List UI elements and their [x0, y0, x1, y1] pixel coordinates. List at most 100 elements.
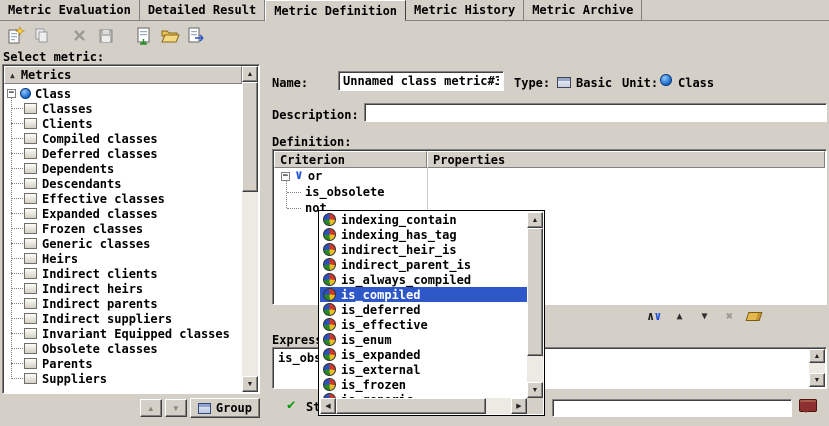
criterion-column-header[interactable]: Criterion	[274, 151, 427, 168]
criterion-icon	[323, 318, 336, 331]
criterion-option-is-effective[interactable]: is_effective	[320, 317, 527, 332]
criterion-option-indirect-parent-is[interactable]: indirect_parent_is	[320, 257, 527, 272]
delete-criterion-icon[interactable]: ✖	[719, 307, 739, 325]
tree-item-generic-classes[interactable]: Generic classes	[4, 236, 242, 251]
tree-item-parents[interactable]: Parents	[4, 356, 242, 371]
scroll-up-icon[interactable]: ▲	[809, 349, 825, 363]
tree-item-heirs[interactable]: Heirs	[4, 251, 242, 266]
tree-connector	[287, 208, 301, 209]
tree-connector	[11, 303, 23, 304]
scrollbar-thumb[interactable]	[527, 228, 543, 356]
tree-item-invariant-equipped-classes[interactable]: Invariant Equipped classes	[4, 326, 242, 341]
tree-item-indirect-heirs[interactable]: Indirect heirs	[4, 281, 242, 296]
tree-item-dependents[interactable]: Dependents	[4, 161, 242, 176]
description-input[interactable]	[364, 103, 827, 122]
tree-vertical-scrollbar[interactable]: ▲ ▼	[242, 66, 258, 392]
criterion-icon	[323, 258, 336, 271]
tree-item-indirect-suppliers[interactable]: Indirect suppliers	[4, 311, 242, 326]
tree-item-frozen-classes[interactable]: Frozen classes	[4, 221, 242, 236]
scrollbar-thumb[interactable]	[242, 82, 258, 192]
dropdown-horizontal-scrollbar[interactable]: ◀ ▶	[320, 398, 527, 414]
move-metric-down-button[interactable]: ▼	[165, 399, 187, 417]
tree-item-compiled-classes[interactable]: Compiled classes	[4, 131, 242, 146]
expression-scrollbar[interactable]: ▲ ▼	[809, 349, 825, 387]
tree-item-effective-classes[interactable]: Effective classes	[4, 191, 242, 206]
save-metric-icon[interactable]	[94, 24, 118, 48]
tree-item-suppliers[interactable]: Suppliers	[4, 371, 242, 386]
criterion-option-indirect-heir-is[interactable]: indirect_heir_is	[320, 242, 527, 257]
unit-label: Unit:	[622, 76, 658, 90]
description-label: Description:	[272, 108, 359, 122]
criterion-option-indexing-contain[interactable]: indexing_contain	[320, 212, 527, 227]
tree-connector	[11, 108, 23, 109]
collapse-icon[interactable]: −	[7, 89, 16, 98]
tree-item-indirect-clients[interactable]: Indirect clients	[4, 266, 242, 281]
criterion-row-or[interactable]: − ∨ or	[274, 168, 825, 184]
eraser-icon[interactable]	[744, 307, 764, 325]
collapse-icon[interactable]: −	[281, 172, 290, 181]
tree-connector	[11, 258, 23, 259]
delete-metric-icon[interactable]	[68, 24, 92, 48]
group-toggle-button[interactable]: Group	[190, 398, 260, 418]
scrollbar-thumb[interactable]	[336, 398, 486, 414]
scroll-up-icon[interactable]: ▲	[527, 212, 543, 228]
tree-item-clients[interactable]: Clients	[4, 116, 242, 131]
tree-body: − Class ClassesClientsCompiled classesDe…	[4, 84, 242, 392]
tab-detailed-result[interactable]: Detailed Result	[140, 0, 265, 20]
criterion-row-is-obsolete[interactable]: is_obsolete	[274, 184, 825, 200]
criterion-option-is-external[interactable]: is_external	[320, 362, 527, 377]
move-metric-up-button[interactable]: ▲	[140, 399, 162, 417]
criterion-option-is-compiled[interactable]: is_compiled	[320, 287, 527, 302]
tab-metric-evaluation[interactable]: Metric Evaluation	[0, 0, 140, 20]
scroll-left-icon[interactable]: ◀	[320, 398, 336, 414]
tree-connector	[11, 348, 23, 349]
tab-metric-definition[interactable]: Metric Definition	[265, 0, 406, 21]
new-metric-icon[interactable]	[4, 24, 28, 48]
scroll-down-icon[interactable]: ▼	[809, 373, 825, 387]
scroll-up-icon[interactable]: ▲	[242, 66, 258, 82]
open-folder-icon[interactable]	[158, 24, 182, 48]
criterion-icon	[323, 348, 336, 361]
criterion-option-label: indirect_heir_is	[341, 243, 457, 257]
copy-metric-icon[interactable]	[30, 24, 54, 48]
name-input[interactable]	[338, 71, 504, 91]
criterion-option-is-always-compiled[interactable]: is_always_compiled	[320, 272, 527, 287]
scroll-right-icon[interactable]: ▶	[511, 398, 527, 414]
tree-item-deferred-classes[interactable]: Deferred classes	[4, 146, 242, 161]
tab-metric-history[interactable]: Metric History	[406, 0, 524, 20]
scroll-down-icon[interactable]: ▼	[527, 382, 543, 398]
status-field[interactable]	[552, 399, 792, 417]
export-metric-icon[interactable]	[184, 24, 208, 48]
up-glyph: ▲	[676, 311, 682, 322]
criterion-option-is-frozen[interactable]: is_frozen	[320, 377, 527, 392]
criterion-option-label: is_deferred	[341, 303, 420, 317]
tree-connector	[11, 228, 23, 229]
criterion-option-is-deferred[interactable]: is_deferred	[320, 302, 527, 317]
move-up-icon[interactable]: ▲	[669, 307, 689, 325]
tree-item-label: Indirect parents	[42, 297, 158, 311]
tree-bottom-bar: ▲ ▼ Group	[2, 398, 260, 418]
criterion-option-indexing-has-tag[interactable]: indexing_has_tag	[320, 227, 527, 242]
criterion-option-label: indexing_has_tag	[341, 228, 457, 242]
definition-grid-header: Criterion Properties	[274, 151, 825, 168]
dropdown-vertical-scrollbar[interactable]: ▲ ▼	[527, 212, 543, 398]
tree-item-indirect-parents[interactable]: Indirect parents	[4, 296, 242, 311]
metric-icon	[24, 328, 37, 339]
tree-item-descendants[interactable]: Descendants	[4, 176, 242, 191]
tree-item-classes[interactable]: Classes	[4, 101, 242, 116]
comment-icon[interactable]	[799, 399, 817, 412]
criterion-option-is-enum[interactable]: is_enum	[320, 332, 527, 347]
properties-column-header[interactable]: Properties	[427, 151, 825, 168]
tab-metric-archive[interactable]: Metric Archive	[524, 0, 642, 20]
import-file-icon[interactable]	[132, 24, 156, 48]
class-unit-icon	[20, 88, 31, 99]
criterion-option-is-expanded[interactable]: is_expanded	[320, 347, 527, 362]
tree-item-expanded-classes[interactable]: Expanded classes	[4, 206, 242, 221]
metrics-column-label: Metrics	[21, 68, 72, 82]
scroll-down-icon[interactable]: ▼	[242, 376, 258, 392]
tree-item-obsolete-classes[interactable]: Obsolete classes	[4, 341, 242, 356]
move-down-icon[interactable]: ▼	[694, 307, 714, 325]
and-or-toggle-icon[interactable]: ∧∨	[644, 307, 664, 325]
tree-item-class[interactable]: − Class	[4, 86, 242, 101]
metrics-column-header[interactable]: ▲ Metrics	[4, 66, 242, 84]
